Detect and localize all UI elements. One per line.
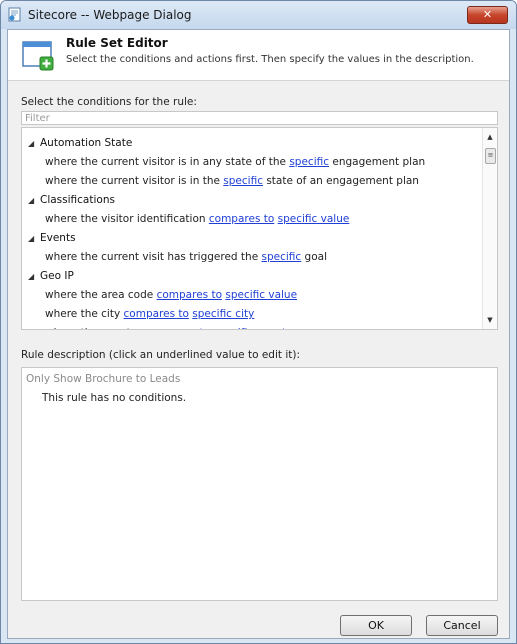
condition-text: where the current visit has triggered th… (45, 251, 262, 263)
conditions-tree: ◢ Automation State where the current visit… (21, 127, 498, 330)
vertical-scrollbar[interactable]: ▲ ≡ ▼ (482, 128, 497, 329)
page-subtitle: Select the conditions and actions first.… (66, 54, 474, 65)
filter-input[interactable]: Filter (21, 111, 498, 125)
rule-set-editor-icon (22, 41, 54, 71)
category-geo-ip[interactable]: ◢ Geo IP (28, 270, 74, 282)
category-label: Automation State (40, 137, 133, 149)
condition-text: where the country (45, 327, 145, 329)
condition-item[interactable]: where the area code compares to specific… (45, 289, 297, 301)
expand-arrow-icon[interactable]: ◢ (28, 272, 40, 281)
rule-name: Only Show Brochure to Leads (26, 373, 181, 385)
expand-arrow-icon[interactable]: ◢ (28, 139, 40, 148)
condition-text: where the current visitor is in the (45, 175, 224, 187)
scroll-down-icon[interactable]: ▼ (483, 313, 497, 327)
page-title: Rule Set Editor (66, 36, 168, 50)
rule-description-label: Rule description (click an underlined va… (21, 349, 300, 361)
scroll-thumb[interactable]: ≡ (485, 148, 496, 164)
dialog-client-area: Rule Set Editor Select the conditions an… (7, 29, 510, 639)
conditions-label: Select the conditions for the rule: (21, 96, 197, 108)
webpage-dialog-icon (8, 7, 21, 22)
condition-link[interactable]: compares to (124, 308, 189, 320)
expand-arrow-icon[interactable]: ◢ (28, 234, 40, 243)
condition-link[interactable]: compares to (209, 213, 274, 225)
title-bar[interactable]: Sitecore -- Webpage Dialog ✕ (1, 1, 516, 29)
condition-item[interactable]: where the current visitor is in the spec… (45, 175, 419, 187)
category-label: Events (40, 232, 76, 244)
condition-item[interactable]: where the current visit has triggered th… (45, 251, 327, 263)
dialog-header: Rule Set Editor Select the conditions an… (8, 30, 509, 81)
condition-link[interactable]: specific (289, 156, 329, 168)
condition-text: state of an engagement plan (262, 175, 419, 187)
condition-item[interactable]: where the country compares to specific c… (45, 327, 297, 329)
dialog-window: Sitecore -- Webpage Dialog ✕ Rule Set Ed… (0, 0, 517, 644)
condition-text: where the city (45, 308, 124, 320)
category-label: Classifications (40, 194, 115, 206)
condition-link[interactable]: specific value (278, 213, 350, 225)
condition-link[interactable]: specific city (192, 308, 254, 320)
conditions-list: ◢ Automation State where the current visit… (22, 128, 484, 329)
condition-item[interactable]: where the current visitor is in any stat… (45, 156, 425, 168)
category-events[interactable]: ◢ Events (28, 232, 76, 244)
rule-description-panel[interactable]: Only Show Brochure to Leads This rule ha… (21, 367, 498, 601)
no-conditions-text: This rule has no conditions. (42, 392, 187, 404)
condition-link[interactable]: compares to (145, 327, 210, 329)
ok-button[interactable]: OK (340, 615, 412, 636)
condition-link[interactable]: specific value (225, 289, 297, 301)
close-button[interactable]: ✕ (467, 6, 508, 24)
scroll-up-icon[interactable]: ▲ (483, 130, 497, 144)
category-classifications[interactable]: ◢ Classifications (28, 194, 115, 206)
cancel-button[interactable]: Cancel (426, 615, 498, 636)
condition-link[interactable]: specific (223, 175, 263, 187)
condition-link[interactable]: specific country (213, 327, 296, 329)
category-automation-state[interactable]: ◢ Automation State (28, 137, 132, 149)
condition-text: where the area code (45, 289, 157, 301)
condition-text: engagement plan (329, 156, 426, 168)
condition-text: goal (301, 251, 327, 263)
expand-arrow-icon[interactable]: ◢ (28, 196, 40, 205)
condition-text: where the current visitor is in any stat… (45, 156, 290, 168)
condition-link[interactable]: compares to (157, 289, 222, 301)
window-title: Sitecore -- Webpage Dialog (28, 8, 192, 22)
condition-item[interactable]: where the visitor identification compare… (45, 213, 349, 225)
condition-item[interactable]: where the city compares to specific city (45, 308, 254, 320)
category-label: Geo IP (40, 270, 74, 282)
condition-link[interactable]: specific (262, 251, 302, 263)
condition-text: where the visitor identification (45, 213, 209, 225)
